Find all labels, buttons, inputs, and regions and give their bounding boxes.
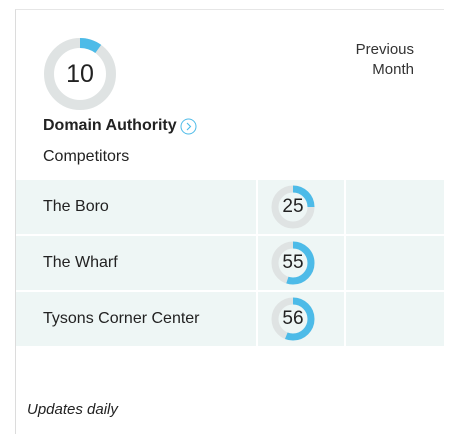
card-header: 10 Previous Month Domain Authority Compe… xyxy=(16,10,444,180)
competitor-gauge: 55 xyxy=(271,241,315,285)
competitor-gauge: 25 xyxy=(271,185,315,229)
column-divider xyxy=(344,292,346,346)
competitor-gauge: 56 xyxy=(271,297,315,341)
domain-authority-gauge: 10 xyxy=(43,37,117,111)
month-label: Month xyxy=(372,61,414,78)
previous-label: Previous xyxy=(355,41,414,58)
previous-month-header: Previous Month xyxy=(356,40,414,80)
chevron-right-circle-icon[interactable] xyxy=(180,118,197,135)
competitor-score: 56 xyxy=(282,308,304,329)
domain-authority-card: 10 Previous Month Domain Authority Compe… xyxy=(15,9,444,434)
column-divider xyxy=(256,292,258,346)
competitors-label: Competitors xyxy=(43,148,130,165)
competitor-row: The Boro 25 xyxy=(16,180,444,236)
domain-authority-value: 10 xyxy=(66,59,94,88)
metric-title: Domain Authority xyxy=(43,117,177,134)
competitor-row: The Wharf 55 xyxy=(16,236,444,292)
competitor-score: 25 xyxy=(282,196,304,217)
competitor-name: Tysons Corner Center xyxy=(43,310,200,327)
update-frequency-note: Updates daily xyxy=(27,401,118,418)
competitor-name: The Wharf xyxy=(43,254,118,271)
column-divider xyxy=(256,236,258,290)
competitor-list: The Boro 25 The Wharf 55 Tysons Corner C… xyxy=(16,180,444,348)
metric-title-row: Domain Authority xyxy=(43,117,197,135)
competitor-name: The Boro xyxy=(43,198,109,215)
column-divider xyxy=(344,236,346,290)
column-divider xyxy=(256,180,258,234)
competitor-row: Tysons Corner Center 56 xyxy=(16,292,444,348)
competitor-score: 55 xyxy=(282,252,304,273)
column-divider xyxy=(344,180,346,234)
